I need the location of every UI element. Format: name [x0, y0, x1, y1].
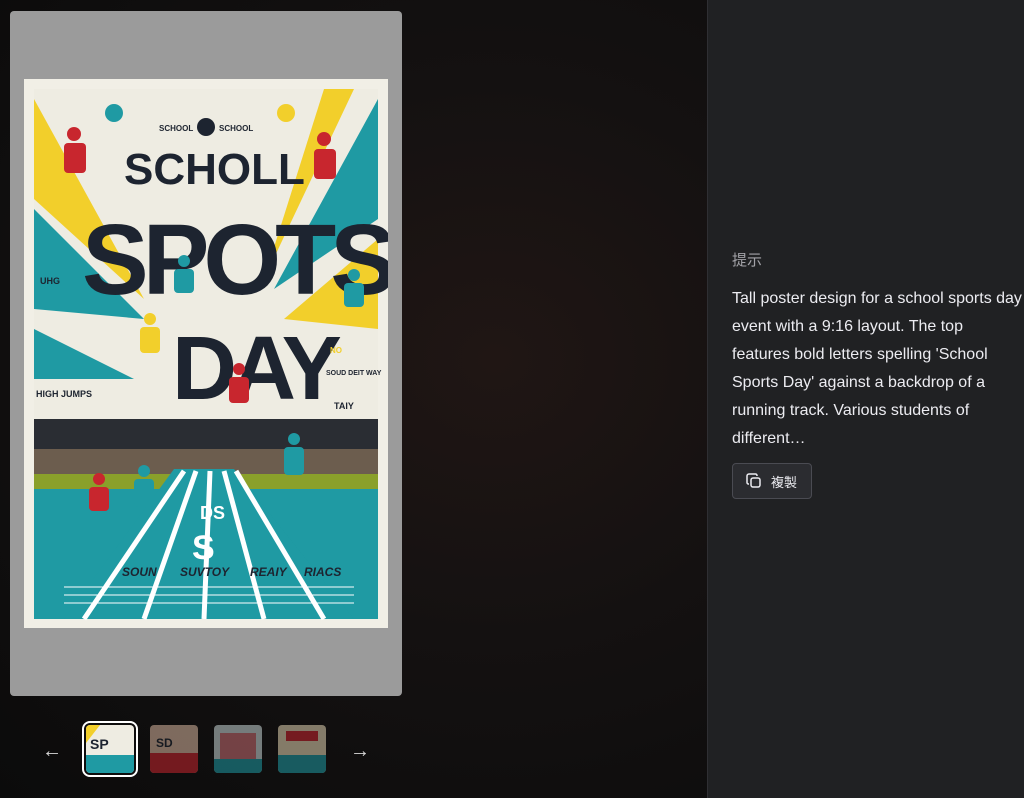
generated-image[interactable]: SCHOOL SCHOOL SCHOLL SPOTS DAY UHG HIGH …: [24, 79, 388, 628]
poster-side-left: HIGH JUMPS: [36, 389, 92, 399]
poster-lane-label-1: SOUN: [122, 565, 157, 579]
svg-text:SD: SD: [156, 736, 173, 750]
thumbnail-4[interactable]: [278, 725, 326, 773]
poster-track-big: S: [192, 529, 215, 567]
copy-button[interactable]: 複製: [732, 463, 812, 499]
poster-side-mid-right: NO: [330, 346, 342, 355]
arrow-left-icon[interactable]: ←: [40, 739, 64, 763]
prompt-text: Tall poster design for a school sports d…: [732, 290, 1022, 447]
poster-title-line3: DAY: [172, 319, 341, 419]
poster-side-right-top: SOUD DEIT WAY: [326, 370, 382, 377]
thumbnail-3[interactable]: [214, 725, 262, 773]
poster-header-left: SCHOOL: [159, 124, 193, 133]
poster-title-line1: SCHOLL: [124, 145, 305, 194]
svg-text:SP: SP: [90, 736, 109, 752]
poster-artwork: SCHOOL SCHOOL SCHOLL SPOTS DAY UHG HIGH …: [34, 89, 388, 621]
prompt-heading: 提示: [732, 252, 763, 269]
copy-button-label: 複製: [771, 474, 798, 490]
copy-icon: [746, 473, 761, 488]
image-viewer: SCHOOL SCHOOL SCHOLL SPOTS DAY UHG HIGH …: [0, 0, 707, 798]
thumbnail-strip: ← SP SD →: [0, 721, 707, 782]
poster-lane-label-3: REAIY: [250, 565, 288, 579]
arrow-right-icon[interactable]: →: [348, 739, 372, 763]
poster-header-right: SCHOOL: [219, 124, 253, 133]
poster-lane-label-2: SUVTOY: [180, 565, 230, 579]
thumbnail-2[interactable]: SD: [150, 725, 198, 773]
poster-title-line2: SPOTS: [82, 204, 388, 316]
poster-lane-label-4: RIACS: [304, 565, 341, 579]
details-panel: 提示 Tall poster design for a school sport…: [707, 0, 1024, 798]
poster-side-right: TAIY: [334, 401, 354, 411]
thumbnail-1[interactable]: SP: [82, 721, 138, 777]
poster-track-small: DS: [200, 503, 225, 523]
image-card: SCHOOL SCHOOL SCHOLL SPOTS DAY UHG HIGH …: [10, 11, 402, 696]
poster-side-left-top: UHG: [40, 276, 60, 286]
